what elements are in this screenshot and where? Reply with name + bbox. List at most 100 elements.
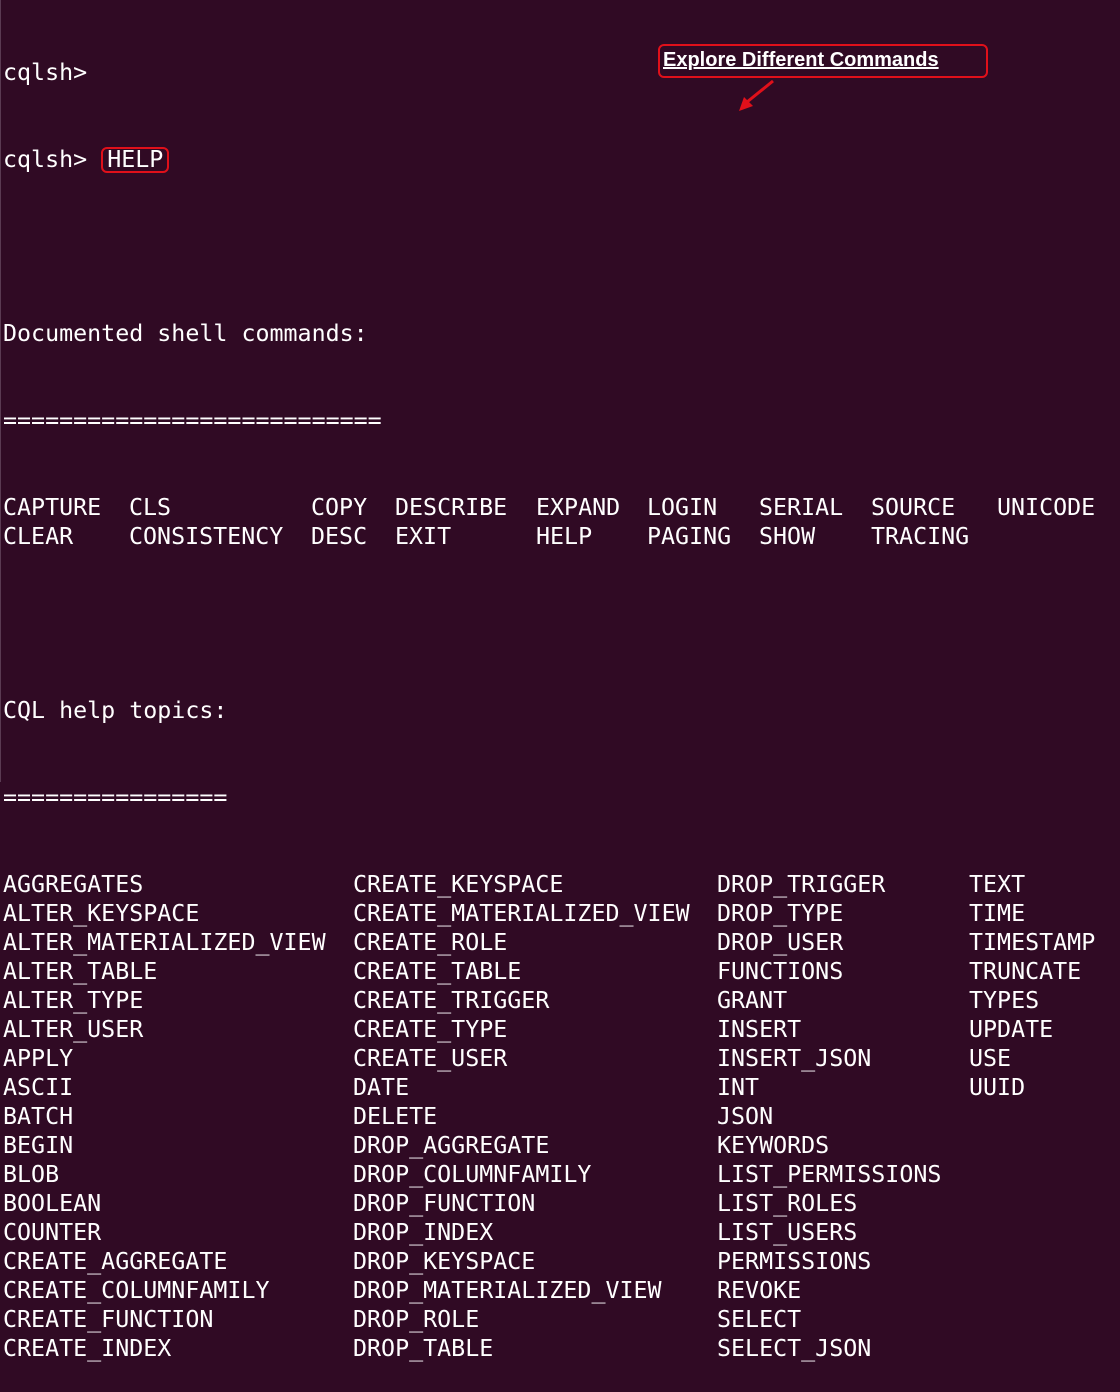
- cql-topics-row: ALTER_USER CREATE_TYPE INSERT UPDATE: [3, 1015, 1053, 1044]
- help-topic-item: COPY: [311, 494, 368, 521]
- help-topic-item: UUID: [969, 1074, 1026, 1101]
- help-topic-item: CREATE_ROLE: [353, 929, 508, 956]
- cql-topics-row: BEGIN DROP_AGGREGATE KEYWORDS: [3, 1131, 829, 1160]
- help-topic-item: UPDATE: [969, 1016, 1054, 1043]
- help-topic-item: DESC: [311, 523, 368, 550]
- help-topic-item: EXPAND: [536, 494, 621, 521]
- help-topic-item: DROP_FUNCTION: [353, 1190, 536, 1217]
- help-topic-item: SELECT: [717, 1306, 802, 1333]
- help-topic-item: CREATE_COLUMNFAMILY: [3, 1277, 270, 1304]
- help-topic-item: INSERT_JSON: [717, 1045, 872, 1072]
- cql-topics-row: APPLY CREATE_USER INSERT_JSON USE: [3, 1044, 1011, 1073]
- help-topic-item: DROP_KEYSPACE: [353, 1248, 536, 1275]
- cql-topics-row: ALTER_TABLE CREATE_TABLE FUNCTIONS TRUNCATE: [3, 957, 1081, 986]
- cql-topics-underline: ================: [3, 784, 228, 811]
- help-topic-item: DESCRIBE: [395, 494, 508, 521]
- help-command-highlight: HELP: [101, 147, 170, 173]
- help-topic-item: DROP_TYPE: [717, 900, 844, 927]
- help-topic-item: DROP_INDEX: [353, 1219, 494, 1246]
- help-topic-item: DROP_TRIGGER: [717, 871, 886, 898]
- help-topic-item: LIST_PERMISSIONS: [717, 1161, 942, 1188]
- cql-topics-heading: CQL help topics:: [3, 697, 228, 724]
- help-topic-item: CREATE_MATERIALIZED_VIEW: [353, 900, 690, 927]
- cql-topics-table: AGGREGATES CREATE_KEYSPACE DROP_TRIGGER TEX…: [3, 870, 1095, 1363]
- help-topic-item: HELP: [536, 523, 593, 550]
- help-topic-item: CREATE_AGGREGATE: [3, 1248, 228, 1275]
- cql-topics-row: BLOB DROP_COLUMNFAMILY LIST_PERMISSIONS: [3, 1160, 941, 1189]
- cql-topics-row: BOOLEAN DROP_FUNCTION LIST_ROLES: [3, 1189, 857, 1218]
- shell-commands-underline: ===========================: [3, 407, 382, 434]
- shell-commands-row: CAPTURE CLS COPY DESCRIBE EXPAND LOGIN SERIAL S…: [3, 493, 1095, 522]
- help-topic-item: TRUNCATE: [969, 958, 1082, 985]
- cql-topics-row: CREATE_AGGREGATE DROP_KEYSPACE PERMISSIONS: [3, 1247, 871, 1276]
- help-topic-item: CAPTURE: [3, 494, 102, 521]
- help-topic-item: PERMISSIONS: [717, 1248, 872, 1275]
- help-topic-item: USE: [969, 1045, 1012, 1072]
- cql-topics-row: ALTER_KEYSPACE CREATE_MATERIALIZED_VIEW DR…: [3, 899, 1025, 928]
- annotation-label: Explore Different Commands: [663, 49, 939, 71]
- help-topic-item: DROP_AGGREGATE: [353, 1132, 550, 1159]
- terminal-output: cqlsh> cqlsh> HELP Documented shell comm…: [3, 0, 1095, 1392]
- help-topic-item: DATE: [353, 1074, 410, 1101]
- help-topic-item: PAGING: [647, 523, 732, 550]
- help-topic-item: DROP_USER: [717, 929, 844, 956]
- help-topic-item: TIME: [969, 900, 1026, 927]
- help-topic-item: TYPES: [969, 987, 1040, 1014]
- cql-topics-row: CREATE_COLUMNFAMILY DROP_MATERIALIZED_VIE…: [3, 1276, 801, 1305]
- help-topic-item: CREATE_TRIGGER: [353, 987, 550, 1014]
- shell-commands-heading: Documented shell commands:: [3, 320, 368, 347]
- help-topic-item: DROP_MATERIALIZED_VIEW: [353, 1277, 662, 1304]
- help-topic-item: TRACING: [871, 523, 970, 550]
- cql-topics-row: BATCH DELETE JSON: [3, 1102, 773, 1131]
- help-topic-item: APPLY: [3, 1045, 74, 1072]
- help-topic-item: REVOKE: [717, 1277, 802, 1304]
- cql-topics-row: CREATE_INDEX DROP_TABLE SELECT_JSON: [3, 1334, 871, 1363]
- help-topic-item: SERIAL: [759, 494, 844, 521]
- help-topic-item: SHOW: [759, 523, 816, 550]
- help-topic-item: ALTER_TYPE: [3, 987, 144, 1014]
- help-topic-item: BEGIN: [3, 1132, 74, 1159]
- help-topic-item: SELECT_JSON: [717, 1335, 872, 1362]
- help-topic-item: LIST_ROLES: [717, 1190, 858, 1217]
- help-topic-item: LOGIN: [647, 494, 718, 521]
- cql-topics-row: AGGREGATES CREATE_KEYSPACE DROP_TRIGGER TEX…: [3, 870, 1025, 899]
- prompt: cqlsh>: [3, 146, 88, 173]
- help-topic-item: ALTER_USER: [3, 1016, 144, 1043]
- shell-commands-row: CLEAR CONSISTENCY DESC EXIT HELP PAGING SHOW TR…: [3, 522, 969, 551]
- help-topic-item: BLOB: [3, 1161, 60, 1188]
- help-topic-item: ASCII: [3, 1074, 74, 1101]
- help-topic-item: AGGREGATES: [3, 871, 144, 898]
- cql-topics-row: ALTER_MATERIALIZED_VIEW CREATE_ROLE DROP_U…: [3, 928, 1095, 957]
- prompt-line: cqlsh> HELP: [3, 145, 382, 174]
- help-topic-item: TIMESTAMP: [969, 929, 1096, 956]
- help-topic-item: CREATE_TABLE: [353, 958, 522, 985]
- help-topic-item: CLEAR: [3, 523, 74, 550]
- annotation-arrow-icon: [739, 79, 774, 111]
- cql-topics-row: ALTER_TYPE CREATE_TRIGGER GRANT TYPES: [3, 986, 1039, 1015]
- help-topic-item: LIST_USERS: [717, 1219, 858, 1246]
- help-topic-item: CREATE_TYPE: [353, 1016, 508, 1043]
- cql-topics-row: ASCII DATE INT UUID: [3, 1073, 1025, 1102]
- help-topic-item: CLS: [129, 494, 172, 521]
- help-topic-item: ALTER_TABLE: [3, 958, 158, 985]
- cql-topics-row: COUNTER DROP_INDEX LIST_USERS: [3, 1218, 857, 1247]
- help-topic-item: CREATE_USER: [353, 1045, 508, 1072]
- help-topic-item: INT: [717, 1074, 760, 1101]
- cql-topics-row: CREATE_FUNCTION DROP_ROLE SELECT: [3, 1305, 801, 1334]
- help-topic-item: ALTER_KEYSPACE: [3, 900, 200, 927]
- help-topic-item: DROP_COLUMNFAMILY: [353, 1161, 592, 1188]
- help-topic-item: COUNTER: [3, 1219, 102, 1246]
- help-topic-item: FUNCTIONS: [717, 958, 844, 985]
- prompt: cqlsh>: [3, 59, 88, 86]
- help-topic-item: JSON: [717, 1103, 774, 1130]
- prompt-line: cqlsh>: [3, 58, 382, 87]
- help-topic-item: BOOLEAN: [3, 1190, 102, 1217]
- help-topic-item: DELETE: [353, 1103, 438, 1130]
- help-topic-item: BATCH: [3, 1103, 74, 1130]
- help-topic-item: DROP_TABLE: [353, 1335, 494, 1362]
- help-topic-item: CREATE_FUNCTION: [3, 1306, 214, 1333]
- help-topic-item: UNICODE: [997, 494, 1096, 521]
- help-topic-item: TEXT: [969, 871, 1026, 898]
